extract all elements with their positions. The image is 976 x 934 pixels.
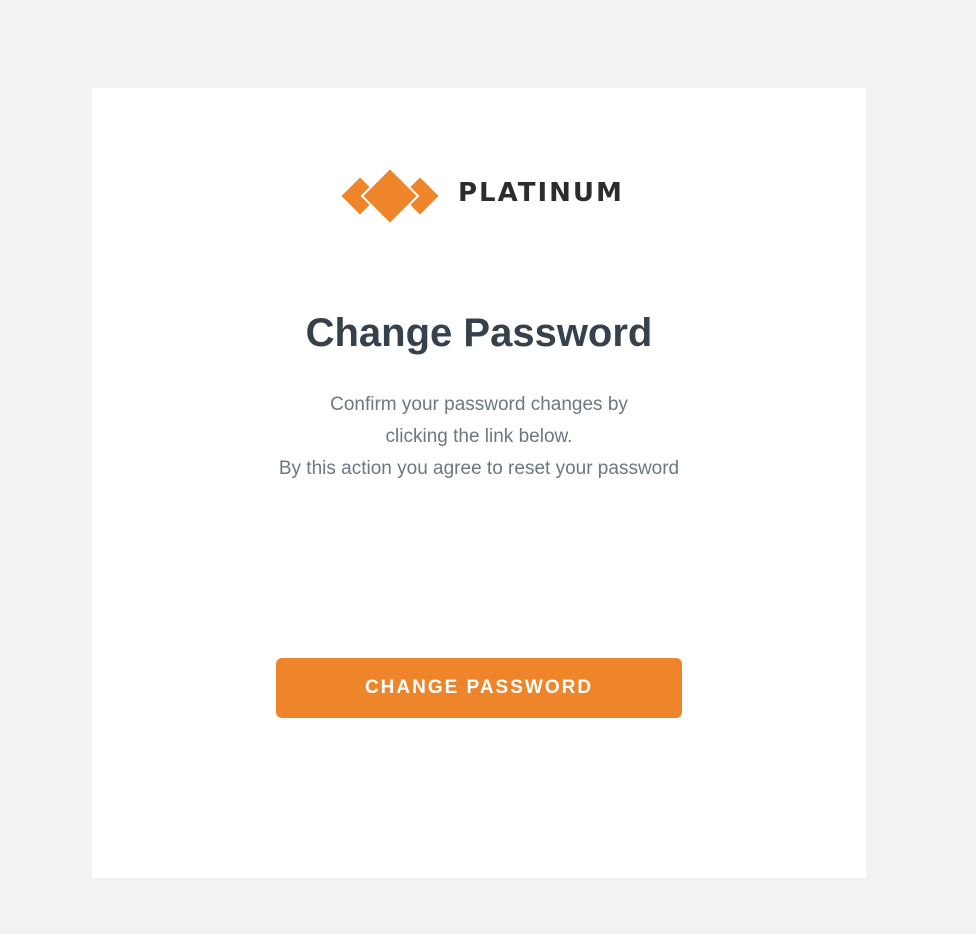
message-line: By this action you agree to reset your p… [278,458,680,479]
email-page: PLATINUM Change Password Confirm your pa… [0,0,976,934]
email-card: PLATINUM Change Password Confirm your pa… [92,88,866,878]
message-line: clicking the link below. [385,426,573,447]
brand-logo: PLATINUM [340,168,624,226]
brand-name: PLATINUM [458,178,624,208]
page-title: Change Password [305,311,653,355]
message-line: Confirm your password changes by [330,394,628,415]
orange-diamonds-icon [340,168,442,226]
change-password-button[interactable]: CHANGE PASSWORD [276,658,682,718]
message-body: Confirm your password changes by clickin… [92,389,866,485]
